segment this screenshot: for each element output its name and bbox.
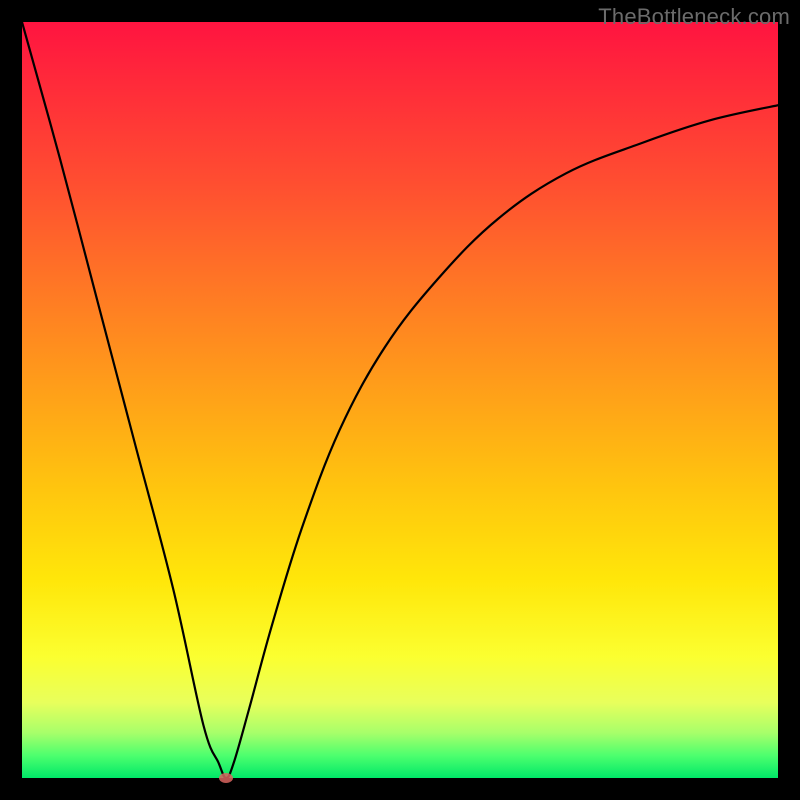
bottleneck-curve [22,22,778,778]
minimum-marker [219,773,233,783]
plot-area [22,22,778,778]
chart-frame: TheBottleneck.com [0,0,800,800]
watermark-text: TheBottleneck.com [598,4,790,30]
